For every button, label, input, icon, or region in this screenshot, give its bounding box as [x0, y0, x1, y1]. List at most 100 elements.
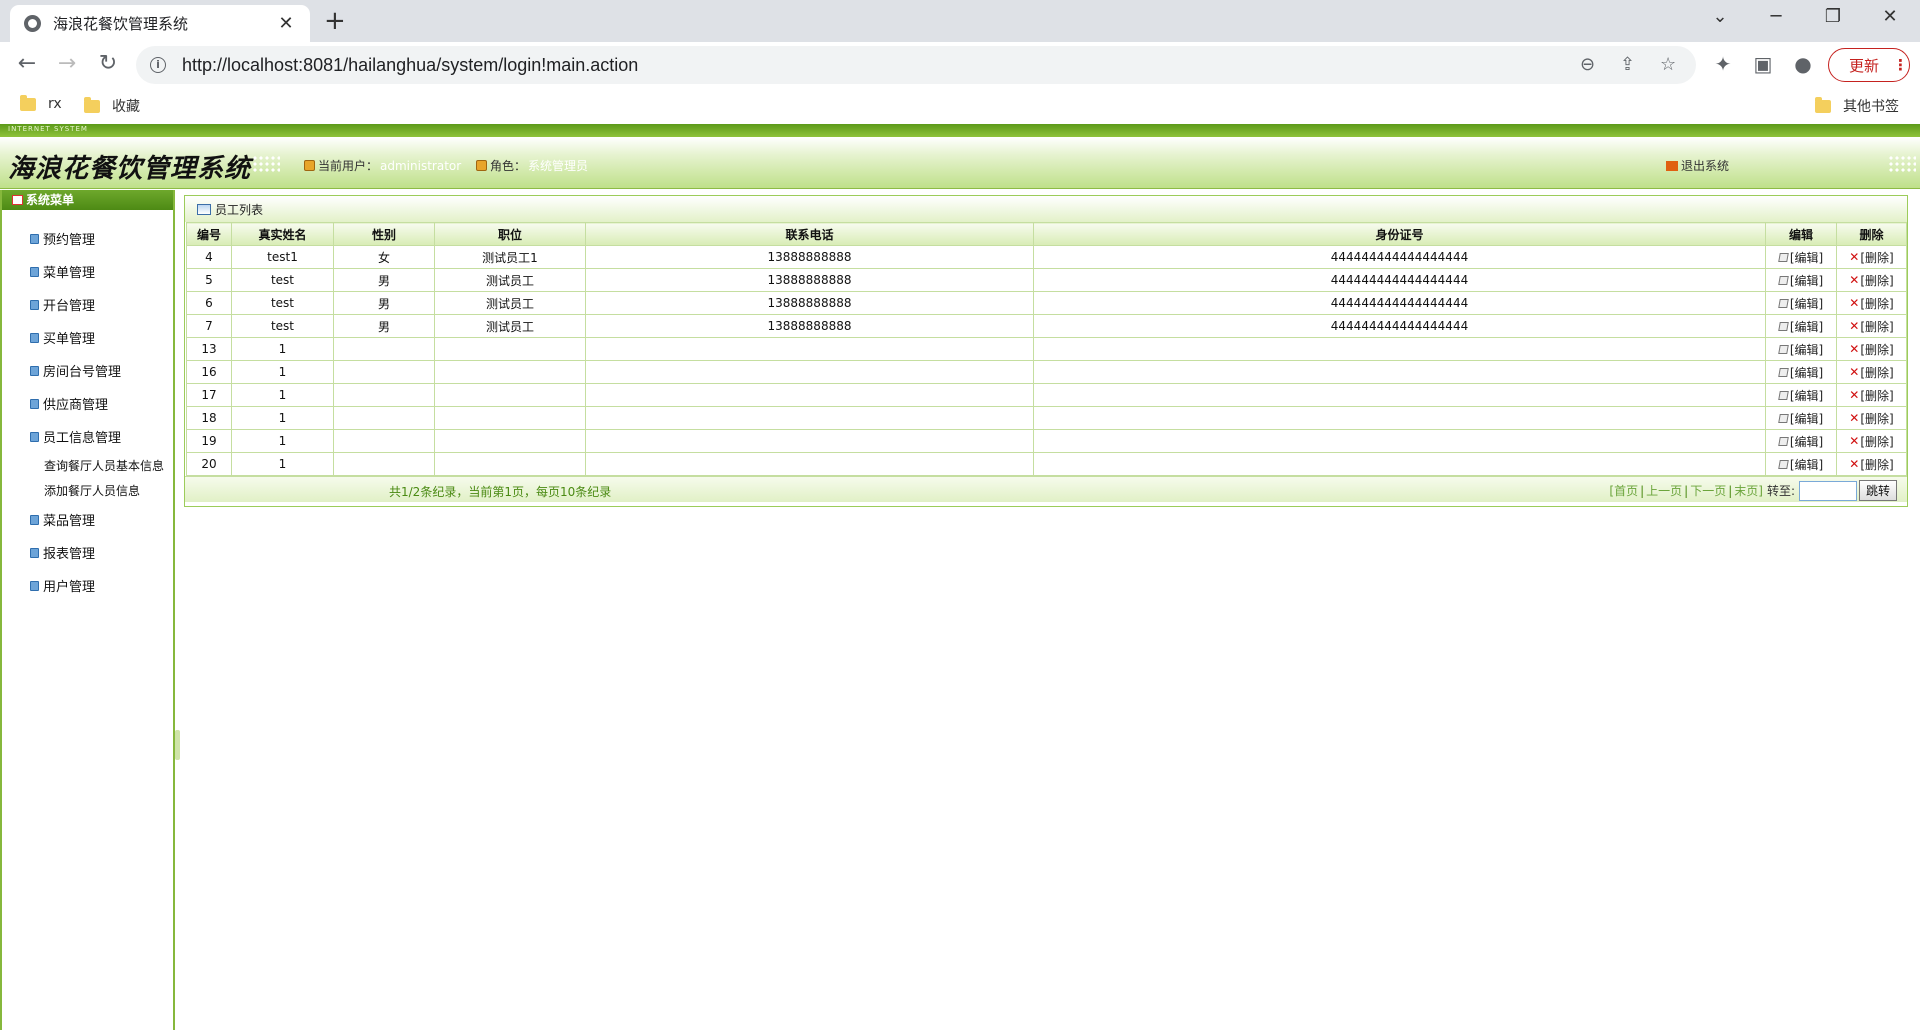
delete-link[interactable]: ✕ [删除] — [1849, 318, 1893, 335]
last-page-link[interactable]: 末页] — [1734, 482, 1763, 499]
cell-name: test — [231, 314, 334, 338]
sidebar-item-suppliers[interactable]: 供应商管理 — [2, 387, 173, 420]
bookmark-label: 收藏 — [112, 99, 140, 115]
splitter-grip[interactable] — [175, 730, 180, 760]
cell-edit: [编辑] — [1765, 383, 1837, 407]
delete-icon: ✕ — [1849, 319, 1860, 333]
sidebar-item-reservation[interactable]: 预约管理 — [2, 222, 173, 255]
cell-gender — [333, 360, 435, 384]
sidebar-item-open-table[interactable]: 开台管理 — [2, 288, 173, 321]
cell-name: 1 — [231, 383, 334, 407]
edit-link[interactable]: [编辑] — [1778, 295, 1823, 312]
cell-idcard — [1033, 429, 1766, 453]
sidebar-item-checkout[interactable]: 买单管理 — [2, 321, 173, 354]
edit-icon — [1778, 459, 1789, 469]
cell-phone: 13888888888 — [585, 291, 1034, 315]
profile-icon[interactable]: ● — [1790, 52, 1816, 76]
edit-link[interactable]: [编辑] — [1778, 249, 1823, 266]
logout-link[interactable]: 退出系统 — [1666, 157, 1729, 174]
delete-link[interactable]: ✕ [删除] — [1849, 364, 1893, 381]
new-tab-button[interactable]: + — [324, 8, 346, 34]
cell-name: test — [231, 291, 334, 315]
sidebar-splitter[interactable] — [175, 190, 180, 1030]
edit-link[interactable]: [编辑] — [1778, 387, 1824, 404]
reload-icon[interactable]: ↻ — [94, 51, 122, 76]
cell-id: 16 — [186, 360, 232, 384]
first-page-link[interactable]: [首页 — [1609, 482, 1638, 499]
delete-link[interactable]: ✕ [删除] — [1849, 295, 1893, 312]
menu-icon — [12, 195, 23, 205]
sidepanel-icon[interactable]: ▣ — [1750, 52, 1776, 76]
cell-id: 13 — [186, 337, 232, 361]
delete-icon: ✕ — [1849, 434, 1860, 448]
sidebar-item-menu[interactable]: 菜单管理 — [2, 255, 173, 288]
bookmark-folder-rx[interactable]: rx — [20, 94, 62, 112]
tab-search-icon[interactable]: ⌄ — [1700, 6, 1740, 27]
edit-link[interactable]: [编辑] — [1778, 318, 1823, 335]
cell-id: 18 — [186, 406, 232, 430]
edit-link[interactable]: [编辑] — [1778, 341, 1823, 358]
cell-name: 1 — [231, 337, 334, 361]
delete-link[interactable]: ✕ [删除] — [1849, 272, 1893, 289]
edit-link[interactable]: [编辑] — [1778, 433, 1823, 450]
minimize-button[interactable]: ─ — [1756, 6, 1796, 27]
delete-link[interactable]: ✕ [删除] — [1849, 387, 1893, 404]
sidebar-item-rooms[interactable]: 房间台号管理 — [2, 354, 173, 387]
next-page-link[interactable]: 下一页 — [1690, 482, 1726, 499]
delete-label: [删除] — [1860, 365, 1894, 380]
delete-link[interactable]: ✕ [删除] — [1849, 249, 1893, 266]
cell-name: 1 — [231, 429, 334, 453]
cell-gender — [333, 406, 435, 430]
delete-link[interactable]: ✕ [删除] — [1849, 410, 1893, 427]
edit-label: [编辑] — [1789, 457, 1824, 472]
sidebar-item-reports[interactable]: 报表管理 — [2, 536, 173, 569]
sidebar-item-dishes[interactable]: 菜品管理 — [2, 503, 173, 536]
goto-button[interactable]: 跳转 — [1858, 480, 1897, 501]
zoom-icon[interactable]: ⊖ — [1580, 54, 1595, 75]
close-tab-icon[interactable]: ✕ — [276, 13, 296, 34]
delete-link[interactable]: ✕ [删除] — [1849, 433, 1893, 450]
close-window-button[interactable]: ✕ — [1870, 6, 1910, 27]
forward-icon[interactable]: → — [53, 51, 81, 76]
browser-tab[interactable]: 海浪花餐饮管理系统 ✕ — [10, 5, 310, 42]
update-button[interactable]: 更新 ⋮ — [1828, 48, 1910, 82]
table-row: 17 1 [编辑] ✕ [删除] — [186, 383, 1907, 407]
address-bar[interactable]: i http://localhost:8081/hailanghua/syste… — [136, 46, 1696, 84]
cell-idcard — [1033, 360, 1766, 384]
delete-link[interactable]: ✕ [删除] — [1849, 456, 1893, 473]
sidebar-item-label: 房间台号管理 — [43, 365, 122, 380]
cell-position — [434, 429, 586, 453]
other-bookmarks-label: 其他书签 — [1843, 99, 1899, 115]
goto-page-input[interactable] — [1798, 480, 1857, 501]
col-header-idcard: 身份证号 — [1033, 222, 1766, 246]
star-icon[interactable]: ☆ — [1660, 54, 1676, 75]
edit-link[interactable]: [编辑] — [1778, 410, 1823, 427]
other-bookmarks[interactable]: 其他书签 — [1815, 96, 1899, 116]
maximize-button[interactable]: ❐ — [1813, 6, 1853, 27]
delete-link[interactable]: ✕ [删除] — [1849, 341, 1893, 358]
cell-id: 7 — [186, 314, 232, 338]
back-icon[interactable]: ← — [13, 51, 41, 76]
edit-link[interactable]: [编辑] — [1778, 456, 1824, 473]
edit-link[interactable]: [编辑] — [1778, 272, 1823, 289]
extensions-icon[interactable]: ✦ — [1710, 52, 1736, 76]
info-icon[interactable]: i — [150, 57, 166, 73]
share-icon[interactable]: ⇪ — [1620, 54, 1635, 75]
sidebar-item-users[interactable]: 用户管理 — [2, 569, 173, 602]
cell-delete: ✕ [删除] — [1836, 406, 1907, 430]
delete-icon: ✕ — [1849, 273, 1860, 287]
edit-icon — [1778, 298, 1789, 308]
folder-icon — [20, 94, 36, 111]
prev-page-link[interactable]: 上一页 — [1646, 482, 1682, 499]
edit-label: [编辑] — [1789, 388, 1824, 403]
table-row: 6 test 男测试员工 13888888888 444444444444444444 [… — [186, 291, 1907, 315]
pagination-summary: 共1/2条纪录，当前第1页，每页10条纪录 — [389, 485, 612, 499]
delete-icon: ✕ — [1849, 250, 1860, 264]
sidebar-subitem-add-staff[interactable]: 添加餐厅人员信息 — [2, 478, 173, 503]
sidebar-subitem-query-staff[interactable]: 查询餐厅人员基本信息 — [2, 453, 173, 478]
cell-phone: 13888888888 — [585, 245, 1034, 269]
edit-link[interactable]: [编辑] — [1778, 364, 1823, 381]
sidebar-item-staff[interactable]: 员工信息管理 — [2, 420, 173, 453]
logout-icon — [1666, 160, 1678, 171]
bookmark-folder-favorites[interactable]: 收藏 — [84, 96, 140, 116]
